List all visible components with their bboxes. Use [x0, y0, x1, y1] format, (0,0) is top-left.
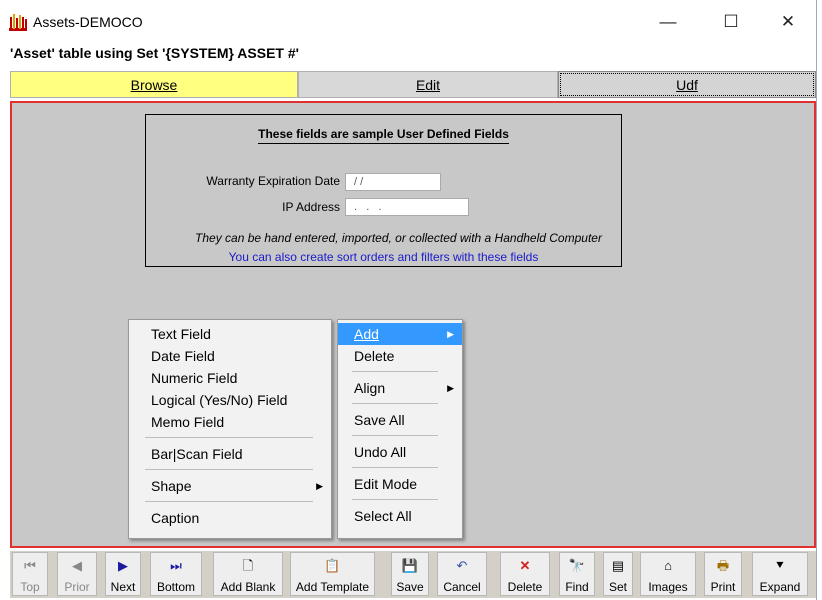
- set-icon: ▤: [611, 558, 625, 573]
- menu-item-delete[interactable]: Delete: [338, 345, 462, 367]
- submenu-arrow-icon: ▶: [447, 329, 454, 339]
- menu-separator: [145, 501, 313, 502]
- add-blank-button[interactable]: 🗋 Add Blank: [213, 552, 283, 596]
- tab-edit[interactable]: Edit: [298, 71, 558, 98]
- window-title: Assets-DEMOCO: [33, 14, 143, 30]
- menu-separator: [145, 469, 313, 470]
- sample-note-sort: You can also create sort orders and filt…: [228, 250, 539, 264]
- images-icon: ⌂: [664, 558, 672, 573]
- close-button[interactable]: ✕: [765, 0, 811, 44]
- next-icon: ▶: [118, 558, 128, 573]
- tab-bar: Browse Edit Udf: [10, 71, 816, 99]
- menu-item-caption[interactable]: Caption: [129, 507, 331, 529]
- print-button[interactable]: 🖶 Print: [704, 552, 742, 596]
- menu-separator: [352, 371, 438, 372]
- sample-note-entry: They can be hand entered, imported, or c…: [195, 231, 602, 245]
- context-menu: Add ▶ Delete Align ▶ Save All Undo All Edi…: [337, 319, 463, 539]
- menu-separator: [352, 499, 438, 500]
- add-submenu: Text Field Date Field Numeric Field Logi…: [128, 319, 332, 539]
- delete-button[interactable]: ✕ Delete: [500, 552, 550, 596]
- menu-item-numeric-field[interactable]: Numeric Field: [129, 367, 331, 389]
- menu-item-barscan-field[interactable]: Bar|Scan Field: [129, 443, 331, 465]
- template-icon: 📋: [324, 558, 341, 573]
- binoculars-icon: 🔭: [568, 558, 586, 573]
- sample-fields-title: These fields are sample User Defined Fie…: [258, 127, 509, 144]
- last-record-icon: ⏭: [170, 558, 182, 573]
- minimize-button[interactable]: —: [645, 0, 691, 44]
- prior-button[interactable]: ◀ Prior: [57, 552, 97, 596]
- app-window: Assets-DEMOCO — ☐ ✕ 'Asset' table using …: [0, 0, 817, 600]
- warranty-date-label: Warranty Expiration Date: [206, 174, 340, 188]
- menu-separator: [352, 467, 438, 468]
- menu-item-select-all[interactable]: Select All: [338, 505, 462, 527]
- table-set-caption: 'Asset' table using Set '{SYSTEM} ASSET …: [10, 45, 299, 61]
- bottom-button[interactable]: ⏭ Bottom: [150, 552, 202, 596]
- bottom-toolbar: ⏮ Top ◀ Prior ▶ Next ⏭ Bottom 🗋 Add Blank 📋 Ad…: [10, 551, 816, 598]
- warranty-date-field[interactable]: [345, 173, 441, 191]
- menu-item-date-field[interactable]: Date Field: [129, 345, 331, 367]
- print-icon: 🖶: [716, 558, 730, 573]
- menu-item-align[interactable]: Align ▶: [338, 377, 462, 399]
- menu-item-text-field[interactable]: Text Field: [129, 323, 331, 345]
- next-button[interactable]: ▶ Next: [105, 552, 141, 596]
- prior-icon: ◀: [72, 558, 82, 573]
- undo-icon: ↶: [456, 558, 468, 573]
- menu-separator: [352, 403, 438, 404]
- first-record-icon: ⏮: [24, 558, 36, 573]
- top-button[interactable]: ⏮ Top: [12, 552, 48, 596]
- images-button[interactable]: ⌂ Images: [640, 552, 696, 596]
- menu-item-memo-field[interactable]: Memo Field: [129, 411, 331, 433]
- expand-button[interactable]: ⯆ Expand: [752, 552, 808, 596]
- delete-x-icon: ✕: [519, 558, 531, 573]
- sample-fields-box: These fields are sample User Defined Fie…: [145, 114, 622, 267]
- set-button[interactable]: ▤ Set: [603, 552, 633, 596]
- app-logo-icon: [9, 14, 27, 31]
- add-template-button[interactable]: 📋 Add Template: [290, 552, 375, 596]
- ip-address-label: IP Address: [282, 200, 340, 214]
- title-bar: Assets-DEMOCO — ☐ ✕: [0, 0, 816, 44]
- menu-item-shape[interactable]: Shape ▶: [129, 475, 331, 497]
- menu-separator: [352, 435, 438, 436]
- tab-udf[interactable]: Udf: [558, 71, 816, 98]
- menu-item-logical-field[interactable]: Logical (Yes/No) Field: [129, 389, 331, 411]
- submenu-arrow-icon: ▶: [316, 481, 323, 491]
- save-button[interactable]: 💾 Save: [391, 552, 429, 596]
- menu-separator: [145, 437, 313, 438]
- menu-item-undo-all[interactable]: Undo All: [338, 441, 462, 463]
- tab-browse[interactable]: Browse: [10, 71, 298, 98]
- submenu-arrow-icon: ▶: [447, 383, 454, 393]
- menu-item-save-all[interactable]: Save All: [338, 409, 462, 431]
- blank-page-icon: 🗋: [242, 558, 254, 573]
- menu-item-add[interactable]: Add ▶: [338, 323, 462, 345]
- cancel-button[interactable]: ↶ Cancel: [437, 552, 487, 596]
- maximize-button[interactable]: ☐: [708, 0, 754, 44]
- menu-item-edit-mode[interactable]: Edit Mode: [338, 473, 462, 495]
- ip-address-field[interactable]: [345, 198, 469, 216]
- save-icon: 💾: [401, 558, 419, 573]
- expand-icon: ⯆: [774, 558, 786, 573]
- find-button[interactable]: 🔭 Find: [559, 552, 595, 596]
